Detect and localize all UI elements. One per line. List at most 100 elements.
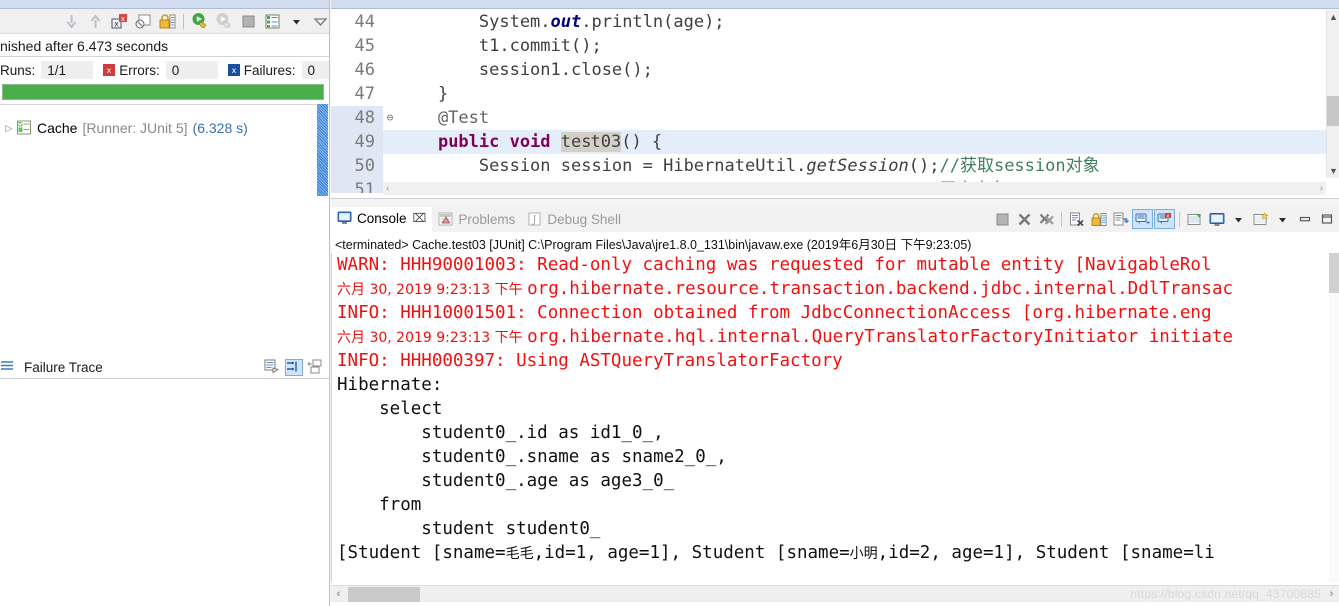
console-toolbar: x bbox=[992, 207, 1337, 231]
console-scroll-thumb[interactable] bbox=[1329, 253, 1339, 293]
java-editor: 44 System.out.println(age); 45 t1.commit… bbox=[331, 0, 1339, 205]
console-text: INFO: HHH10001501: Connection obtained f… bbox=[337, 303, 1212, 323]
remove-launch-icon[interactable] bbox=[1014, 209, 1035, 229]
junit-tree-item-cache[interactable]: ▷ Cache [Runner: JUnit 5] (6.328 s) bbox=[0, 117, 329, 139]
editor-sash[interactable] bbox=[331, 198, 1339, 205]
console-vertical-scrollbar[interactable] bbox=[1329, 253, 1339, 582]
console-text: org.hibernate.resource.transaction.backe… bbox=[527, 279, 1234, 299]
show-ignored-only-icon[interactable] bbox=[132, 11, 154, 32]
code-segment: getSession bbox=[806, 156, 909, 176]
console-text-cjk: 六月 30, 2019 9:23:13 下午 bbox=[337, 330, 528, 346]
hscroll-left-arrow-icon[interactable]: ‹ bbox=[331, 586, 346, 603]
editor-line-selected[interactable]: 49 public void test03() { bbox=[331, 130, 1339, 154]
scroll-lock-icon[interactable] bbox=[1088, 209, 1109, 229]
junit-tree-item-runner: [Runner: JUnit 5] bbox=[82, 120, 188, 136]
close-icon[interactable]: ⌧ bbox=[413, 211, 427, 225]
tab-debug-shell[interactable]: J Debug Shell bbox=[521, 207, 627, 232]
junit-test-tree[interactable]: ▷ Cache [Runner: JUnit 5] (6.328 s) bbox=[0, 104, 329, 352]
line-number: 49 bbox=[331, 130, 383, 154]
runs-value: 1/1 bbox=[41, 61, 94, 79]
console-text: ,id=2, age=1], Student [sname=li bbox=[877, 543, 1215, 563]
remove-all-terminated-icon[interactable] bbox=[1036, 209, 1057, 229]
tab-console[interactable]: Console ⌧ bbox=[331, 206, 433, 232]
scroll-lock-icon[interactable] bbox=[156, 11, 178, 32]
editor-line[interactable]: 44 System.out.println(age); bbox=[331, 10, 1339, 34]
editor-line[interactable]: 50 Session session = HibernateUtil.getSe… bbox=[331, 154, 1339, 178]
terminate-icon[interactable] bbox=[992, 209, 1013, 229]
editor-scroll-thumb[interactable] bbox=[1327, 96, 1339, 126]
line-number: 50 bbox=[331, 154, 383, 178]
hscroll-right-arrow-icon[interactable]: › bbox=[1320, 183, 1323, 194]
show-console-on-output-icon[interactable] bbox=[1132, 209, 1153, 229]
code-comment: //获取session对象 bbox=[939, 156, 1100, 176]
editor-line[interactable]: 47 } bbox=[331, 82, 1339, 106]
line-content: session1.close(); bbox=[397, 58, 1339, 82]
hscroll-left-arrow-icon[interactable]: ‹ bbox=[386, 183, 389, 194]
editor-line[interactable]: 48 ⊖ @Test bbox=[331, 106, 1339, 130]
view-menu-icon[interactable] bbox=[309, 11, 329, 32]
junit-tree-item-time: (6.328 s) bbox=[192, 120, 248, 136]
pin-console-icon[interactable] bbox=[1184, 209, 1205, 229]
hscroll-right-arrow-icon[interactable]: › bbox=[1324, 586, 1339, 603]
show-console-on-error-icon[interactable]: x bbox=[1154, 209, 1175, 229]
console-line: student0_.age as age3_0_ bbox=[332, 469, 1339, 493]
editor-tabstrip[interactable] bbox=[331, 0, 1339, 9]
rerun-test-icon[interactable] bbox=[189, 11, 211, 32]
line-content: t1.commit(); bbox=[397, 34, 1339, 58]
console-output[interactable]: WARN: HHH90001003: Read-only caching was… bbox=[331, 253, 1339, 582]
junit-tree-vertical-scrollbar[interactable] bbox=[317, 104, 328, 352]
console-text: student0_.sname as sname2_0_, bbox=[337, 447, 727, 467]
console-text: Hibernate: bbox=[337, 375, 453, 395]
previous-failure-icon[interactable] bbox=[84, 11, 106, 32]
editor-vertical-scrollbar[interactable]: ▲ ▼ bbox=[1326, 10, 1339, 178]
console-horizontal-scrollbar[interactable]: ‹ › bbox=[331, 585, 1339, 602]
console-text: student0_.id as id1_0_, bbox=[337, 423, 664, 443]
test-run-history-icon[interactable] bbox=[261, 11, 283, 32]
editor-horizontal-scrollbar[interactable]: ‹ › bbox=[383, 182, 1326, 195]
expand-arrow-icon[interactable]: ▷ bbox=[2, 123, 16, 134]
junit-view-tabstrip[interactable] bbox=[0, 0, 329, 9]
scroll-up-arrow-icon[interactable]: ▲ bbox=[1327, 10, 1339, 24]
tab-console-label: Console bbox=[357, 210, 407, 226]
word-wrap-icon[interactable] bbox=[1110, 209, 1131, 229]
filter-stack-trace-icon[interactable] bbox=[285, 359, 303, 376]
scroll-down-arrow-icon[interactable]: ▼ bbox=[1327, 164, 1339, 178]
editor-line[interactable]: 45 t1.commit(); bbox=[331, 34, 1339, 58]
junit-progress-bar bbox=[2, 84, 324, 100]
console-text: org.hibernate.hql.internal.QueryTranslat… bbox=[527, 327, 1234, 347]
view-menu-icon[interactable] bbox=[306, 359, 324, 376]
clear-console-icon[interactable] bbox=[1066, 209, 1087, 229]
view-menu-dropdown-icon[interactable] bbox=[285, 11, 307, 32]
toolbar-separator bbox=[1061, 211, 1062, 227]
code-segment: } bbox=[397, 84, 449, 104]
tab-problems[interactable]: Problems bbox=[432, 207, 521, 232]
test-suite-icon bbox=[16, 120, 34, 136]
line-number: 44 bbox=[354, 12, 375, 32]
console-text: student0_.age as age3_0_ bbox=[337, 471, 675, 491]
console-hscroll-thumb[interactable] bbox=[348, 586, 420, 602]
code-segment-highlight: t03 bbox=[590, 132, 622, 152]
rerun-test-failures-icon[interactable] bbox=[213, 11, 235, 32]
minimize-icon[interactable] bbox=[1294, 209, 1315, 229]
open-console-dropdown-icon[interactable] bbox=[1272, 209, 1293, 229]
display-selected-console-dropdown-icon[interactable] bbox=[1228, 209, 1249, 229]
code-segment: .println(age); bbox=[581, 12, 725, 32]
junit-view: x x nished after 6.473 seconds Runs: 1/1… bbox=[0, 0, 330, 606]
debug-shell-icon: J bbox=[527, 212, 543, 227]
junit-tree-scroll-thumb[interactable] bbox=[317, 104, 328, 196]
line-number: 48 bbox=[331, 106, 383, 130]
fold-collapse-icon[interactable]: ⊖ bbox=[383, 106, 397, 130]
compare-result-icon[interactable] bbox=[264, 359, 282, 376]
failure-trace-body[interactable] bbox=[0, 380, 329, 606]
display-selected-console-icon[interactable] bbox=[1206, 209, 1227, 229]
show-failures-only-icon[interactable]: x x bbox=[108, 11, 130, 32]
junit-status-text: nished after 6.473 seconds bbox=[0, 35, 329, 57]
maximize-icon[interactable] bbox=[1316, 209, 1337, 229]
next-failure-icon[interactable] bbox=[60, 11, 82, 32]
open-console-icon[interactable] bbox=[1250, 209, 1271, 229]
right-pane: 44 System.out.println(age); 45 t1.commit… bbox=[331, 0, 1339, 606]
editor-source-area[interactable]: 44 System.out.println(age); 45 t1.commit… bbox=[331, 10, 1339, 193]
editor-line[interactable]: 46 session1.close(); bbox=[331, 58, 1339, 82]
tab-problems-label: Problems bbox=[458, 211, 516, 227]
stop-icon[interactable] bbox=[237, 11, 259, 32]
